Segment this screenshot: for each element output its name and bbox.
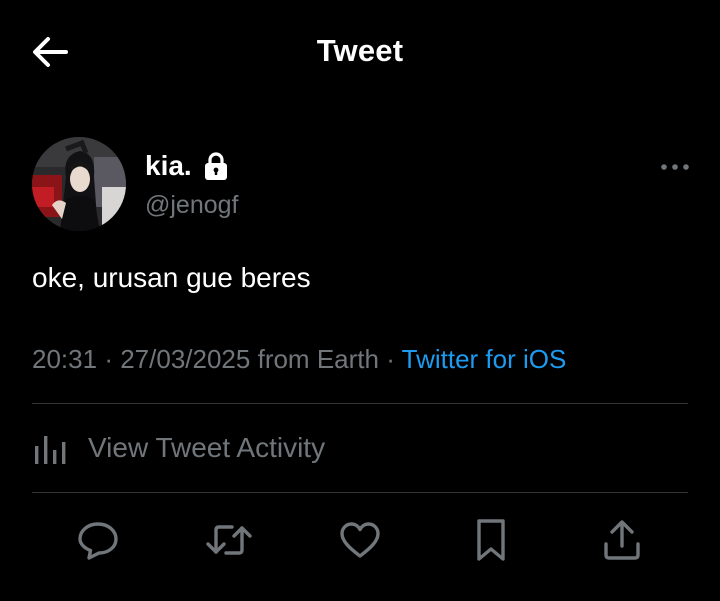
tweet-text: oke, urusan gue beres xyxy=(32,262,311,293)
author-handle[interactable]: @jenogf xyxy=(145,191,239,220)
lock-icon xyxy=(204,152,228,180)
more-options-button[interactable] xyxy=(652,152,698,182)
share-button[interactable] xyxy=(598,518,646,566)
view-tweet-activity-label: View Tweet Activity xyxy=(88,432,326,463)
top-nav-bar: Tweet xyxy=(0,0,720,108)
retweet-button[interactable] xyxy=(205,518,253,566)
tweet-date: 27/03/2025 xyxy=(120,344,251,374)
page-title: Tweet xyxy=(316,33,404,68)
author-name-row: kia. xyxy=(145,148,228,184)
display-name[interactable]: kia. xyxy=(145,150,192,182)
analytics-bars-icon xyxy=(32,428,78,468)
tweet-time: 20:31 xyxy=(32,344,98,374)
tweet-action-bar xyxy=(0,494,720,590)
like-button[interactable] xyxy=(336,518,384,566)
view-tweet-activity-button[interactable]: View Tweet Activity xyxy=(32,404,688,492)
bookmark-icon xyxy=(471,517,511,568)
avatar[interactable] xyxy=(32,137,126,231)
tweet-location: from Earth xyxy=(257,344,379,374)
reply-button[interactable] xyxy=(74,518,122,566)
share-icon xyxy=(600,518,644,567)
reply-bubble-icon xyxy=(76,518,120,567)
divider xyxy=(32,492,688,493)
heart-icon xyxy=(338,518,382,567)
more-dots-icon xyxy=(660,158,690,176)
meta-separator: · xyxy=(386,344,395,374)
retweet-icon xyxy=(205,518,253,567)
tweet-source-link[interactable]: Twitter for iOS xyxy=(402,344,567,374)
tweet-metadata: 20:31 · 27/03/2025 from Earth · Twitter … xyxy=(32,344,566,375)
bookmark-button[interactable] xyxy=(467,518,515,566)
meta-separator: · xyxy=(104,344,113,374)
